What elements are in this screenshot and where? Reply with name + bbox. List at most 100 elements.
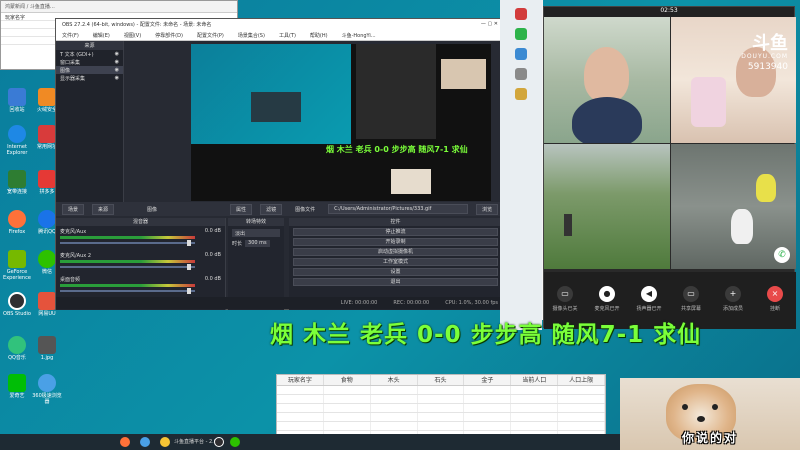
duration-label: 时长 xyxy=(232,241,243,247)
volume-meter xyxy=(60,260,195,263)
transition-select[interactable]: 淡出 xyxy=(232,229,280,237)
video-tile[interactable] xyxy=(544,17,670,143)
douyu-logo-text: 斗鱼 xyxy=(752,33,788,54)
menu-docks[interactable]: 停靠部件(D) xyxy=(155,32,183,39)
volume-slider-handle[interactable] xyxy=(187,264,191,270)
mic-toggle[interactable]: ● 麦克风已开 xyxy=(589,286,625,312)
volume-slider[interactable] xyxy=(60,266,195,268)
image-path-field[interactable]: C:/Users/Administrator/Pictures/333.gif xyxy=(328,204,469,214)
obs-icon[interactable]: OBS Studio xyxy=(2,292,32,318)
app-icon[interactable] xyxy=(515,68,527,80)
volume-slider-handle[interactable] xyxy=(187,240,191,246)
video-tile[interactable]: 斗鱼 DOUYU.COM 5913940 xyxy=(670,17,796,143)
volume-slider-handle[interactable] xyxy=(187,288,191,294)
obs-preview[interactable]: 烟 木兰 老兵 0-0 步步高 随风7-1 求仙 xyxy=(191,44,491,201)
video-call-window[interactable]: 02:53 斗鱼 DOUYU.COM 5913940 ✆ ▭ 摄像头已关 ● 麦克风… xyxy=(543,6,796,329)
virtual-camera-button[interactable]: 启动虚拟摄像机 xyxy=(293,248,498,256)
source-item[interactable]: 窗口采集 ◉ xyxy=(56,58,123,66)
app-icon[interactable] xyxy=(515,8,527,20)
start-recording-button[interactable]: 开始录制 xyxy=(293,238,498,246)
360-browser-icon[interactable]: 360极速浏览器 xyxy=(32,374,62,405)
eye-icon[interactable]: ◉ xyxy=(115,75,119,81)
browser-taskbar-icon[interactable] xyxy=(140,437,150,447)
video-tile[interactable] xyxy=(544,143,670,269)
menu-edit[interactable]: 编辑(E) xyxy=(93,32,110,39)
tab-sources[interactable]: 来源 xyxy=(92,203,115,215)
iqiyi-icon[interactable]: 爱奇艺 xyxy=(2,374,32,400)
menu-tools[interactable]: 工具(T) xyxy=(279,32,296,39)
menu-profile[interactable]: 配置文件(P) xyxy=(197,32,224,39)
window-controls[interactable]: — ▢ ✕ xyxy=(481,21,498,29)
app-icon[interactable] xyxy=(515,88,527,100)
app-icon[interactable] xyxy=(515,48,527,60)
cake-image xyxy=(690,77,726,127)
broadband-icon[interactable]: 宽带连接 xyxy=(2,170,32,196)
participant-face xyxy=(584,47,629,102)
mic-label: 麦克风已开 xyxy=(594,306,620,312)
desktop-icon-label: 拼多多 xyxy=(39,189,55,195)
obs-window[interactable]: OBS 27.2.4 (64-bit, windows) - 配置文件: 未命名… xyxy=(55,18,506,310)
taskbar: 斗鱼直播平台 - 2.0... xyxy=(0,434,620,450)
firefox-icon[interactable]: Firefox xyxy=(2,210,32,236)
desktop-icon-label: 爱奇艺 xyxy=(9,393,25,399)
call-audio-icon[interactable]: ✆ xyxy=(774,247,790,263)
speaker-toggle[interactable]: ◀ 扬声器已开 xyxy=(631,286,667,312)
share-screen-button[interactable]: ▭ 共享屏幕 xyxy=(673,286,709,312)
settings-button[interactable]: 设置 xyxy=(293,268,498,276)
properties-button[interactable]: 属性 xyxy=(230,203,253,215)
obs-statusbar: LIVE: 00:00:00 REC: 00:00:00 CPU: 1.0%, … xyxy=(56,297,506,309)
desktop-icon-label: QQ音乐 xyxy=(8,355,26,361)
douyu-taskbar-icon[interactable] xyxy=(160,437,170,447)
hiker-figure xyxy=(564,213,572,236)
stop-streaming-button[interactable]: 停止推流 xyxy=(293,228,498,236)
image-file-icon[interactable]: 1.jpg xyxy=(32,336,62,362)
geforce-icon[interactable]: GeForce Experience xyxy=(2,250,32,281)
add-member-button[interactable]: + 添加成员 xyxy=(715,286,751,312)
obs-titlebar[interactable]: OBS 27.2.4 (64-bit, windows) - 配置文件: 未命名… xyxy=(56,19,504,31)
video-tile[interactable]: ✆ xyxy=(670,143,796,269)
tab-scenes[interactable]: 场景 xyxy=(62,203,85,215)
menu-douyu[interactable]: 斗鱼-HongYi... xyxy=(342,32,376,39)
source-item[interactable]: 显示器采集 ◉ xyxy=(56,74,123,82)
eye-icon[interactable]: ◉ xyxy=(115,67,119,73)
source-item[interactable]: 图像 ◉ xyxy=(56,66,123,74)
volume-slider[interactable] xyxy=(60,290,195,292)
speaker-icon: ◀ xyxy=(641,286,657,302)
browse-button[interactable]: 浏览 xyxy=(476,203,499,215)
table-row[interactable] xyxy=(277,386,606,395)
menu-scene-collection[interactable]: 场景集合(S) xyxy=(238,32,265,39)
image-source-label: 图像 xyxy=(147,206,158,213)
firefox-taskbar-icon[interactable] xyxy=(120,437,130,447)
app-icon[interactable] xyxy=(515,28,527,40)
ie-icon[interactable]: Internet Explorer xyxy=(2,125,32,156)
preview-avatar-box xyxy=(441,59,486,89)
preview-nested-window xyxy=(251,92,301,122)
obs-taskbar-icon[interactable] xyxy=(214,437,224,447)
table-row[interactable] xyxy=(277,413,606,422)
duration-field[interactable]: 300 ms xyxy=(245,240,270,247)
eye-icon[interactable]: ◉ xyxy=(115,59,119,65)
sheet-header-row: 玩家名字 食物 木头 石头 金子 当前人口 人口上限 xyxy=(277,375,606,386)
obs-toolbar: 场景 来源 图像 属性 滤镜 图像文件 C:/Users/Administrat… xyxy=(56,202,506,216)
camera-label: 摄像头已关 xyxy=(552,306,578,312)
exit-button[interactable]: 退出 xyxy=(293,278,498,286)
eye-icon[interactable]: ◉ xyxy=(115,51,119,57)
source-label: 图像 xyxy=(60,68,71,74)
menu-file[interactable]: 文件(F) xyxy=(62,32,79,39)
recycle-bin-icon[interactable]: 回收站 xyxy=(2,88,32,114)
menu-help[interactable]: 帮助(H) xyxy=(310,32,328,39)
table-row[interactable] xyxy=(277,395,606,404)
camera-toggle[interactable]: ▭ 摄像头已关 xyxy=(547,286,583,312)
desktop-icon-label: GeForce Experience xyxy=(3,269,31,281)
table-row[interactable] xyxy=(277,422,606,431)
filters-button[interactable]: 滤镜 xyxy=(260,203,283,215)
volume-slider[interactable] xyxy=(60,242,195,244)
studio-mode-button[interactable]: 工作室模式 xyxy=(293,258,498,266)
douyu-logo: 斗鱼 DOUYU.COM 5913940 xyxy=(741,33,788,73)
source-item[interactable]: T 文本 (GDI+) ◉ xyxy=(56,50,123,58)
qqmusic-icon[interactable]: QQ音乐 xyxy=(2,336,32,362)
table-row[interactable] xyxy=(277,404,606,413)
wechat-taskbar-icon[interactable] xyxy=(230,437,240,447)
hang-up-button[interactable]: × 挂断 xyxy=(757,286,793,312)
menu-view[interactable]: 视图(V) xyxy=(124,32,141,39)
